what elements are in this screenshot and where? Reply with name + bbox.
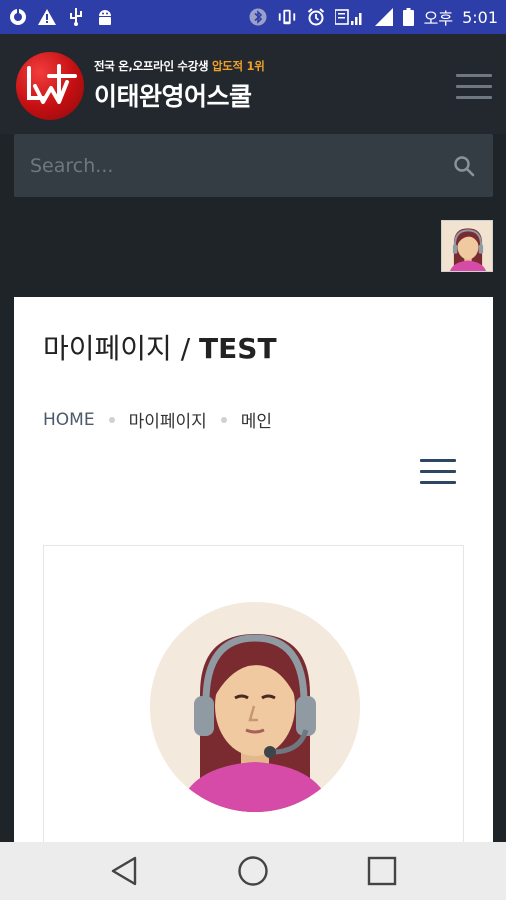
breadcrumb-separator <box>108 416 115 423</box>
page-title-username: TEST <box>199 332 277 365</box>
status-left <box>8 7 115 27</box>
search-input[interactable] <box>14 134 444 197</box>
status-bar: 오후 5:01 <box>0 0 506 34</box>
user-avatar-button[interactable] <box>441 220 493 272</box>
app-header: 전국 온,오프라인 수강생 압도적 1위 이태완영어스쿨 <box>0 34 506 134</box>
alarm-icon <box>306 7 326 27</box>
avatar-icon <box>442 221 492 271</box>
profile-box <box>43 545 464 842</box>
search-icon[interactable] <box>453 155 475 177</box>
breadcrumb-mypage[interactable]: 마이페이지 <box>129 407 207 432</box>
page-title: 마이페이지 / TEST <box>43 327 277 367</box>
usb-icon <box>66 7 86 27</box>
logo-mark-icon <box>27 64 77 104</box>
content-card: 마이페이지 / TEST HOME 마이페이지 메인 <box>14 297 493 842</box>
hamburger-menu-icon[interactable] <box>456 74 492 100</box>
breadcrumb-current: 메인 <box>240 412 273 432</box>
content-menu-icon[interactable] <box>420 459 456 485</box>
vibrate-icon <box>277 7 297 27</box>
profile-avatar <box>150 602 360 812</box>
search-bar <box>14 134 493 197</box>
battery-icon <box>403 7 415 27</box>
network-type-icon <box>334 7 365 27</box>
bluetooth-icon <box>248 7 268 27</box>
warning-icon <box>37 7 57 27</box>
sync-icon <box>8 7 28 27</box>
brand-name: 이태완영어스쿨 <box>94 82 252 111</box>
back-icon[interactable] <box>104 851 144 891</box>
tagline: 전국 온,오프라인 수강생 압도적 1위 <box>94 58 265 74</box>
breadcrumb: HOME 마이페이지 메인 <box>43 407 273 433</box>
page-title-prefix: 마이페이지 / <box>43 332 200 365</box>
avatar-icon <box>150 602 360 812</box>
status-time: 5:01 <box>462 7 498 27</box>
status-ampm: 오후 <box>423 9 454 28</box>
tagline-main: 전국 온,오프라인 수강생 <box>94 59 209 73</box>
tagline-accent: 압도적 1위 <box>212 59 265 73</box>
android-debug-icon <box>95 7 115 27</box>
breadcrumb-separator <box>220 416 227 423</box>
signal-icon <box>374 7 394 27</box>
system-nav-bar <box>0 842 506 900</box>
status-right: 오후 5:01 <box>248 5 498 29</box>
recents-icon[interactable] <box>362 851 402 891</box>
breadcrumb-home[interactable]: HOME <box>43 410 95 430</box>
home-icon[interactable] <box>233 851 273 891</box>
brand-text[interactable]: 전국 온,오프라인 수강생 압도적 1위 이태완영어스쿨 <box>94 58 265 113</box>
brand-logo[interactable] <box>16 52 84 120</box>
